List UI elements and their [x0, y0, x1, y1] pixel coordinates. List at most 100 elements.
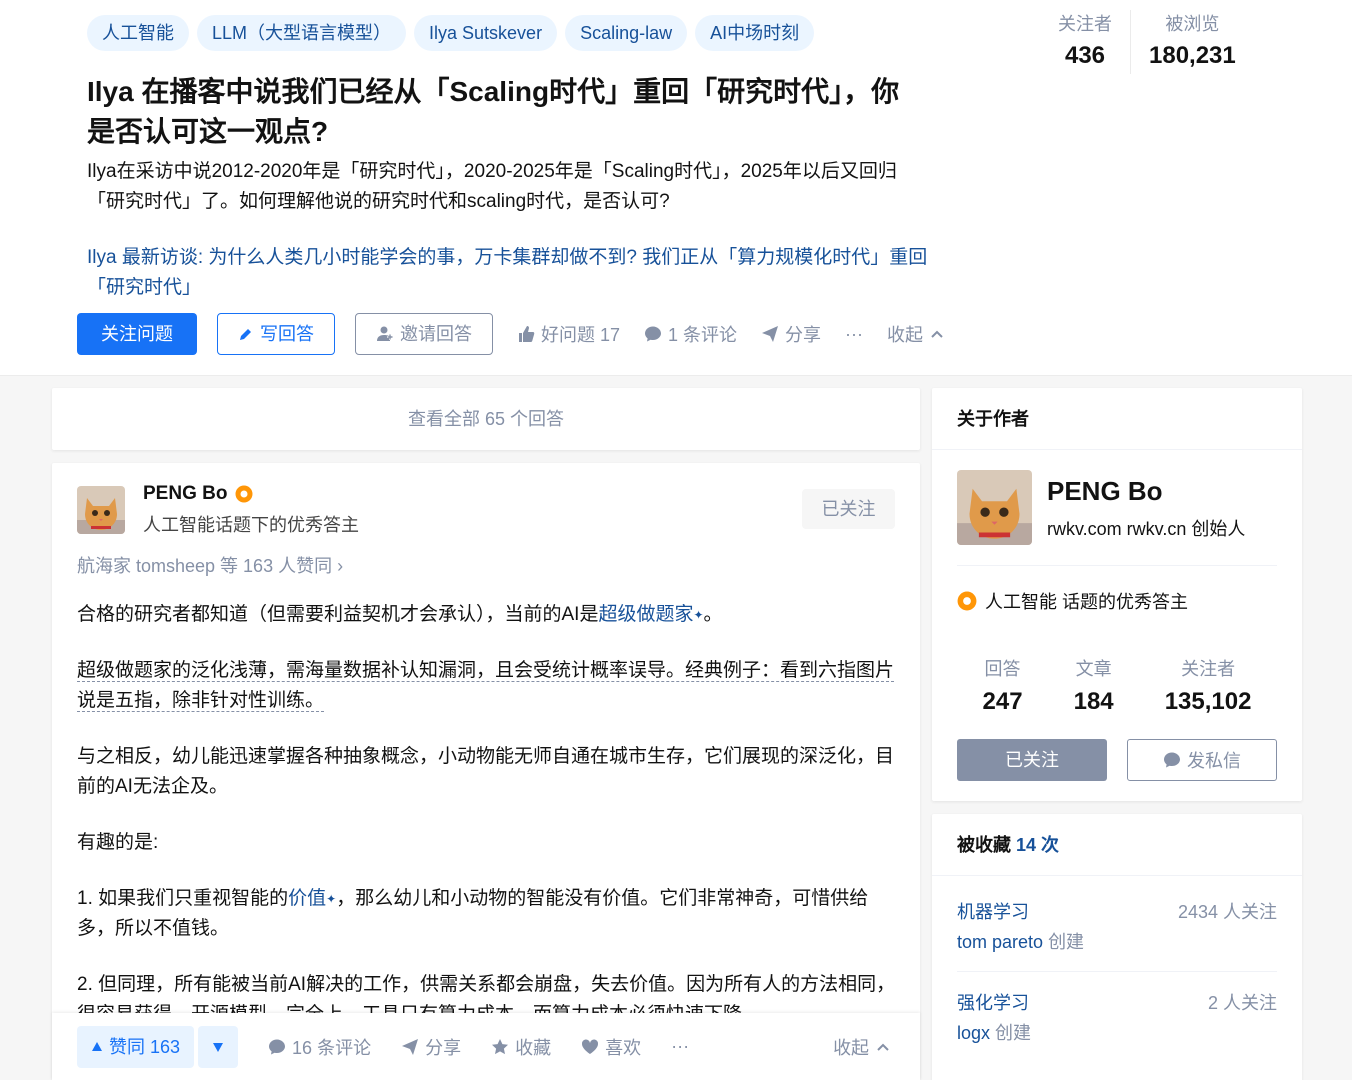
- question-share-label: 分享: [785, 325, 822, 345]
- collection-followers: 2434 人关注: [1177, 902, 1277, 922]
- upvote-label: 赞同 163: [109, 1036, 181, 1057]
- answer-author-name[interactable]: PENG Bo: [143, 483, 253, 505]
- downvote-button[interactable]: [198, 1025, 239, 1068]
- author-answers-stat[interactable]: 回答 247: [983, 656, 1023, 722]
- good-question-button[interactable]: 好问题 17: [517, 321, 620, 347]
- answer-favorite-label: 收藏: [515, 1037, 552, 1058]
- answer-like-button[interactable]: 喜欢: [581, 1034, 641, 1060]
- collection-name[interactable]: 机器学习: [957, 898, 1029, 924]
- answer-favorite-button[interactable]: 收藏: [491, 1034, 551, 1060]
- thumbs-up-icon: [519, 326, 535, 342]
- answer-highlighted-text[interactable]: 超级做题家的泛化浅薄，需海量数据补认知漏洞，且会受统计概率误导。经典例子：看到六…: [77, 660, 895, 712]
- share-icon: [762, 326, 779, 342]
- author-followers-stat[interactable]: 关注者 135,102: [1165, 656, 1252, 722]
- answer-collapse-button[interactable]: 收起: [833, 1034, 891, 1060]
- collections-count: 14 次: [1016, 835, 1060, 855]
- answer-followed-button[interactable]: 已关注: [802, 489, 895, 529]
- triangle-up-icon: [92, 1041, 102, 1051]
- excellent-answerer-badge-icon: [957, 591, 977, 611]
- answer-paragraph: 有趣的是:: [77, 832, 159, 853]
- send-message-label: 发私信: [1187, 751, 1241, 771]
- answer-paragraph: 1. 如果我们只重视智能的价值✦，那么幼儿和小动物的智能没有价值。它们非常神奇，…: [77, 884, 897, 944]
- stat-label: 回答: [984, 659, 1021, 679]
- pencil-icon: [240, 329, 251, 340]
- views-count: 180,231: [1149, 42, 1236, 69]
- topic-tag[interactable]: Scaling-law: [565, 15, 688, 51]
- answer-paragraph: 超级做题家的泛化浅薄，需海量数据补认知漏洞，且会受统计概率误导。经典例子：看到六…: [77, 656, 897, 716]
- voters-summary[interactable]: 航海家 tomsheep 等 163 人赞同 ›: [77, 552, 343, 578]
- invite-answer-button[interactable]: 邀请回答: [355, 313, 493, 355]
- answer-collapse-label: 收起: [833, 1037, 870, 1058]
- answer-text: 。: [703, 604, 723, 625]
- topic-tag[interactable]: 人工智能: [87, 15, 189, 51]
- add-user-icon: [377, 326, 393, 341]
- author-articles-stat[interactable]: 文章 184: [1074, 656, 1114, 722]
- comment-icon: [269, 1039, 286, 1054]
- comment-icon: [1164, 752, 1180, 768]
- answer-action-bar: 赞同 163 16 条评论 分享 收藏 喜欢 ··· 收起: [52, 1013, 920, 1080]
- collection-name[interactable]: 强化学习: [957, 989, 1029, 1015]
- stat-label: 关注者: [1181, 659, 1236, 679]
- author-card-avatar[interactable]: [957, 470, 1032, 545]
- answer-comments-button[interactable]: 16 条评论: [268, 1034, 371, 1060]
- collection-created-label: 创建: [1048, 932, 1085, 952]
- collection-item[interactable]: 强化学习 2 人关注 logx 创建: [957, 967, 1277, 1063]
- answer-inline-link[interactable]: 超级做题家: [598, 604, 693, 625]
- answer-like-label: 喜欢: [605, 1037, 642, 1058]
- collections-header-label: 被收藏: [957, 835, 1011, 855]
- author-stats: 回答 247 文章 184 关注者 135,102: [957, 656, 1277, 722]
- good-question-label: 好问题 17: [541, 325, 621, 345]
- question-comments-button[interactable]: 1 条评论: [644, 321, 737, 347]
- question-share-button[interactable]: 分享: [761, 321, 821, 347]
- upvote-button[interactable]: 赞同 163: [77, 1025, 195, 1068]
- question-collapse-label: 收起: [887, 325, 924, 345]
- author-card-name[interactable]: PENG Bo: [1047, 476, 1163, 507]
- about-author-header: 关于作者: [932, 388, 1302, 450]
- excellent-answerer-badge-icon: [235, 485, 253, 503]
- followers-count: 436: [1064, 42, 1106, 69]
- answer-more-button[interactable]: ···: [671, 1036, 689, 1057]
- follow-question-button[interactable]: 关注问题: [77, 313, 197, 355]
- stat-value: 135,102: [1164, 688, 1252, 715]
- topic-tag[interactable]: LLM（大型语言模型）: [197, 15, 407, 51]
- collection-item[interactable]: 机器学习 2434 人关注 tom pareto 创建: [957, 876, 1277, 972]
- send-message-button[interactable]: 发私信: [1127, 739, 1277, 781]
- collection-creator: logx 创建: [957, 1019, 1031, 1045]
- topic-tag[interactable]: Ilya Sutskever: [414, 15, 558, 51]
- view-all-answers-link[interactable]: 查看全部 65 个回答: [52, 388, 920, 450]
- followers-stat[interactable]: 关注者 436: [1040, 10, 1130, 74]
- answer-comments-label: 16 条评论: [292, 1037, 372, 1058]
- answer-content: 合格的研究者都知道（但需要利益契机才会承认），当前的AI是超级做题家✦。 超级做…: [77, 600, 897, 1056]
- chevron-up-icon: [931, 330, 943, 338]
- about-author-card: 关于作者 PENG Bo rwkv.com rwkv.cn 创始人 人工智能 话…: [932, 388, 1302, 801]
- author-card-headline: rwkv.com rwkv.cn 创始人: [1047, 519, 1246, 539]
- answer-author-headline: 人工智能话题下的优秀答主: [143, 515, 359, 535]
- question-comments-label: 1 条评论: [668, 325, 738, 345]
- stat-label: 文章: [1075, 659, 1112, 679]
- heart-icon: [582, 1038, 599, 1054]
- question-more-button[interactable]: ···: [845, 324, 863, 345]
- sparkle-icon: ✦: [693, 608, 704, 622]
- answer-text: 合格的研究者都知道（但需要利益契机才会承认），当前的AI是: [77, 604, 599, 625]
- answer-share-button[interactable]: 分享: [401, 1034, 461, 1060]
- related-article-link[interactable]: Ilya 最新访谈: 为什么人类几小时能学会的事，万卡集群却做不到? 我们正从「…: [87, 243, 932, 303]
- collections-card: 被收藏 14 次 机器学习 2434 人关注 tom pareto 创建 强化学…: [932, 814, 1302, 1080]
- answer-author-avatar[interactable]: [77, 486, 125, 534]
- collection-created-label: 创建: [995, 1023, 1032, 1043]
- star-icon: [492, 1038, 509, 1054]
- collection-creator-name[interactable]: tom pareto: [957, 932, 1043, 952]
- answer-card: PENG Bo 人工智能话题下的优秀答主 已关注 航海家 tomsheep 等 …: [52, 463, 920, 1080]
- topic-tag[interactable]: AI中场时刻: [695, 15, 815, 51]
- share-icon: [402, 1038, 419, 1055]
- answer-text: 1. 如果我们只重视智能的: [77, 888, 289, 909]
- collection-creator-name[interactable]: logx: [957, 1023, 990, 1043]
- question-actions: 关注问题 写回答 邀请回答 好问题 17 1 条评论 分享 ··· 收起: [77, 313, 945, 355]
- divider: [957, 565, 1277, 566]
- author-followed-button[interactable]: 已关注: [957, 739, 1107, 781]
- write-answer-button[interactable]: 写回答: [217, 313, 335, 355]
- followers-label: 关注者: [1058, 14, 1112, 34]
- answer-share-label: 分享: [425, 1037, 462, 1058]
- collection-creator: tom pareto 创建: [957, 928, 1084, 954]
- question-collapse-button[interactable]: 收起: [887, 321, 945, 347]
- answer-inline-link[interactable]: 价值: [288, 888, 326, 909]
